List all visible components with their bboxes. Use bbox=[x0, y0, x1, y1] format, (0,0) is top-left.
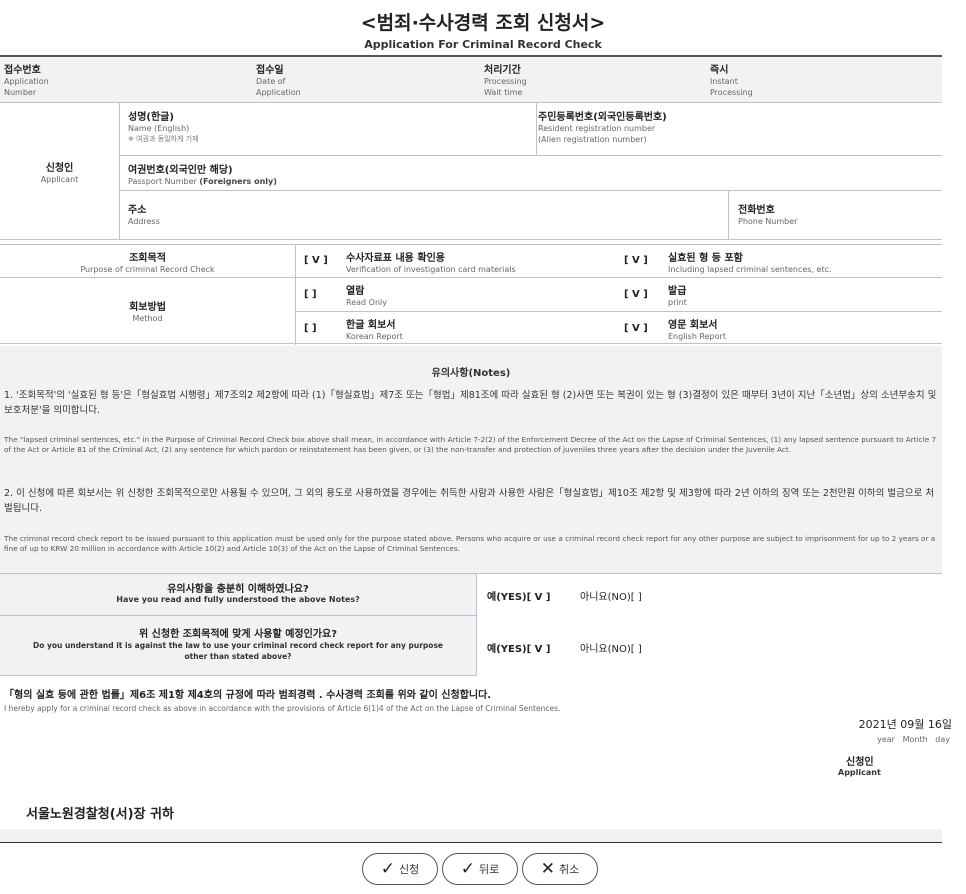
question-2-row: 위 신청한 조회목적에 맞게 사용할 예정인가요? Do you underst… bbox=[0, 616, 942, 676]
applicant-section-en: Applicant bbox=[40, 175, 79, 184]
application-date: 2021년 09월 16일 bbox=[858, 718, 952, 731]
method-opt3-en: Korean Report bbox=[346, 332, 403, 341]
name-note: ※ 여권과 동일하게 기재 bbox=[128, 135, 199, 143]
instant-en2: Processing bbox=[710, 88, 753, 97]
name-label: 성명(한글) bbox=[128, 112, 174, 123]
name-en: Name (English) bbox=[128, 124, 190, 133]
signature-applicant-en: Applicant bbox=[838, 768, 881, 777]
passport-label: 여권번호(외국인만 해당) bbox=[128, 165, 233, 176]
form-title: <범죄·수사경력 조회 신청서> bbox=[360, 12, 606, 34]
notes-section: 유의사항(Notes) 1. '조회목적'의 '실효된 형 등'은「형실효법 시… bbox=[0, 346, 942, 574]
receipt-date-label: 접수일 bbox=[256, 65, 284, 76]
apply-button-label: 신청 bbox=[399, 863, 420, 876]
rrn-en1: Resident registration number bbox=[538, 124, 656, 133]
method-opt3-label: 한글 회보서 bbox=[346, 320, 396, 331]
method-opt1-check[interactable]: [ ] bbox=[304, 289, 317, 300]
applicant-section-label: 신청인 bbox=[45, 163, 74, 174]
question-1-en: Have you read and fully understood the a… bbox=[116, 595, 360, 604]
processing-label: 처리기간 bbox=[484, 65, 521, 76]
applicant-section: 신청인 Applicant 성명(한글) Name (English) ※ 여권… bbox=[0, 103, 942, 240]
method-opt2-check[interactable]: [ V ] bbox=[624, 289, 648, 300]
close-icon: ✕ bbox=[540, 858, 555, 879]
rrn-label: 주민등록번호(외국인등록번호) bbox=[538, 112, 667, 123]
note1-en: The "lapsed criminal sentences, etc." in… bbox=[4, 435, 937, 454]
question-2-label: 위 신청한 조회목적에 맞게 사용할 예정인가요? bbox=[138, 629, 337, 640]
method-opt1-en: Read Only bbox=[346, 298, 387, 307]
purpose-en: Purpose of criminal Record Check bbox=[80, 265, 215, 274]
check-icon: ✓ bbox=[380, 858, 395, 879]
purpose-method-section: 조회목적 Purpose of criminal Record Check [ … bbox=[0, 244, 942, 345]
receipt-no-label: 접수번호 bbox=[4, 65, 41, 76]
method-opt3-check[interactable]: [ ] bbox=[304, 323, 317, 334]
addressee: 서울노원경찰청(서)장 귀하 bbox=[26, 807, 174, 822]
rrn-en2: (Alien registration number) bbox=[538, 135, 647, 144]
passport-en: Passport Number bbox=[128, 177, 200, 186]
receipt-no-en1: Application bbox=[4, 77, 49, 86]
cancel-button-label: 취소 bbox=[559, 863, 580, 876]
phone-label: 전화번호 bbox=[738, 205, 775, 216]
notes-heading: 유의사항(Notes) bbox=[431, 368, 511, 379]
purpose-opt1-label: 수사자료표 내용 확인용 bbox=[346, 253, 445, 264]
header-row: 접수번호 Application Number 접수일 Date of Appl… bbox=[0, 55, 942, 103]
question-1-label: 유의사항을 충분히 이해하였나요? bbox=[167, 584, 309, 595]
signature-applicant-label: 신청인 bbox=[846, 757, 874, 768]
address-label: 주소 bbox=[128, 205, 147, 216]
receipt-no-en2: Number bbox=[4, 88, 37, 97]
method-opt4-en: English Report bbox=[668, 332, 726, 341]
method-opt4-label: 영문 회보서 bbox=[668, 320, 718, 331]
purpose-opt2-label: 실효된 형 등 포함 bbox=[668, 253, 743, 264]
check-icon: ✓ bbox=[460, 858, 475, 879]
back-button-label: 뒤로 bbox=[479, 863, 500, 876]
receipt-date-en1: Date of bbox=[256, 77, 286, 86]
question-1-row: 유의사항을 충분히 이해하였나요? Have you read and full… bbox=[0, 574, 942, 616]
address-en: Address bbox=[128, 217, 160, 226]
declaration-ko: 「형의 실효 등에 관한 법률」제6조 제1항 제4호의 규정에 따라 범죄경력… bbox=[4, 690, 492, 701]
note2-en: The criminal record check report to be i… bbox=[4, 534, 936, 553]
back-button[interactable]: ✓ 뒤로 bbox=[442, 853, 518, 885]
form-subtitle: Application For Criminal Record Check bbox=[364, 38, 602, 51]
processing-en2: Wait time bbox=[484, 88, 523, 97]
method-opt4-check[interactable]: [ V ] bbox=[624, 323, 648, 334]
question-1-yes[interactable]: 예(YES)[ V ] bbox=[487, 588, 550, 603]
method-en: Method bbox=[132, 314, 163, 323]
note1-ko: 1. '조회목적'의 '실효된 형 등'은「형실효법 시행령」제7조의2 제2항… bbox=[4, 390, 937, 416]
method-opt1-label: 열람 bbox=[346, 286, 365, 297]
processing-en1: Processing bbox=[484, 77, 527, 86]
purpose-opt2-check[interactable]: [ V ] bbox=[624, 255, 648, 266]
instant-label: 즉시 bbox=[710, 65, 729, 76]
question-2-en1: Do you understand it is against the law … bbox=[32, 641, 444, 650]
apply-button[interactable]: ✓ 신청 bbox=[362, 853, 438, 885]
footer-bar bbox=[0, 829, 942, 843]
question-2-en2: other than stated above? bbox=[184, 652, 292, 661]
purpose-opt1-en: Verification of investigation card mater… bbox=[346, 265, 516, 274]
purpose-opt1-check[interactable]: [ V ] bbox=[304, 255, 328, 266]
passport-en-bold: (Foreigners only) bbox=[199, 177, 277, 186]
cancel-button[interactable]: ✕ 취소 bbox=[522, 853, 598, 885]
method-label: 회보방법 bbox=[129, 302, 166, 313]
receipt-date-en2: Application bbox=[256, 88, 301, 97]
purpose-label: 조회목적 bbox=[129, 253, 166, 264]
date-en: year Month day bbox=[877, 735, 950, 744]
phone-en: Phone Number bbox=[738, 217, 798, 226]
method-opt2-label: 발급 bbox=[668, 286, 687, 297]
purpose-opt2-en: Including lapsed criminal sentences, etc… bbox=[668, 265, 832, 274]
question-2-yes[interactable]: 예(YES)[ V ] bbox=[487, 640, 550, 655]
instant-en1: Instant bbox=[710, 77, 738, 86]
declaration-en: I hereby apply for a criminal record che… bbox=[4, 704, 561, 713]
question-1-no[interactable]: 아니요(NO)[ ] bbox=[580, 588, 642, 603]
note2-ko: 2. 이 신청에 따른 회보서는 위 신청한 조회목적으로만 사용될 수 있으며… bbox=[4, 488, 935, 514]
question-2-no[interactable]: 아니요(NO)[ ] bbox=[580, 640, 642, 655]
method-opt2-en: print bbox=[668, 298, 687, 307]
